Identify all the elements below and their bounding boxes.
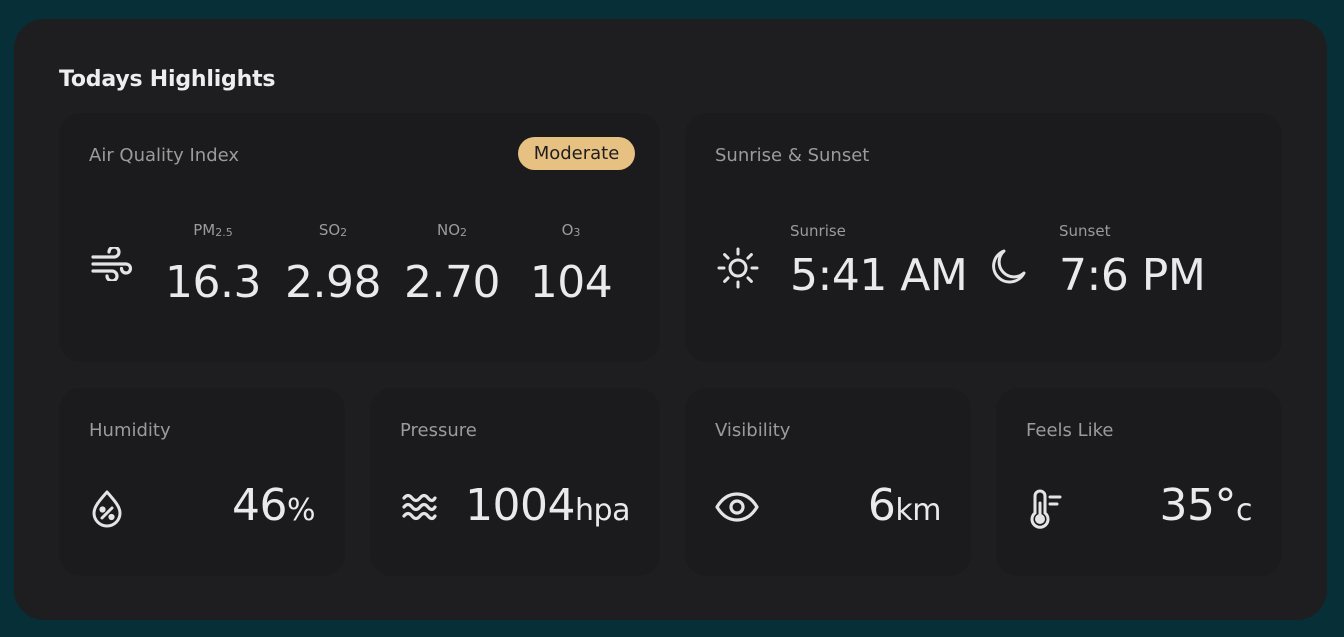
pressure-unit: hpa [575,493,630,528]
feels-like-value-group: 35°c [1160,480,1253,531]
eye-icon [715,489,759,529]
sunrise-block: Sunrise 5:41 AM [790,222,968,301]
highlights-panel: Todays Highlights Air Quality Index Mode… [14,19,1327,620]
pollutant-name: NO [436,221,461,239]
pollutant-value: 104 [529,257,613,308]
visibility-value: 6 [867,480,896,531]
aqi-status-badge: Moderate [518,137,635,170]
sunset-block: Sunset 7:6 PM [1059,222,1206,301]
pollutant-subscript: 2 [460,226,468,239]
sun-label: Sunrise & Sunset [715,145,870,166]
aqi-label: Air Quality Index [89,145,240,166]
sunrise-value: 5:41 AM [790,250,968,301]
humidity-label: Humidity [89,420,171,441]
thermometer-icon [1026,489,1066,533]
air-quality-card: Air Quality Index Moderate PM2.5 16.3 SO… [59,113,660,362]
visibility-label: Visibility [715,420,791,441]
pollutant-subscript: 2 [340,226,348,239]
pressure-value: 1004 [465,480,576,531]
pollutant-subscript: 3 [573,226,581,239]
pollutant-value: 2.98 [285,257,381,308]
pollutant-name: PM [193,221,216,239]
humidity-unit: % [286,493,316,528]
wind-icon [90,245,133,285]
pollutant-no2: NO2 2.70 [396,221,508,308]
pollutant-o3: O3 104 [515,221,627,308]
pollutant-value: 2.70 [404,257,500,308]
sun-icon [716,246,760,294]
humidity-card: Humidity 46% [59,388,345,576]
visibility-unit: km [895,493,941,528]
feels-like-value: 35° [1159,480,1237,531]
visibility-card: Visibility 6km [685,388,971,576]
pollutant-name: SO [318,221,341,239]
pollutant-so2: SO2 2.98 [277,221,389,308]
humidity-value: 46 [231,480,288,531]
humidity-value-group: 46% [231,480,316,531]
sunset-value: 7:6 PM [1059,250,1206,301]
sunrise-sunset-card: Sunrise & Sunset Sunrise 5:41 AM Sunset … [685,113,1282,362]
waves-icon [400,489,438,529]
humidity-drop-icon [89,489,125,533]
sunrise-label: Sunrise [790,222,846,240]
moon-icon [987,246,1029,292]
pollutant-name: O [561,221,574,239]
pressure-card: Pressure 1004hpa [370,388,660,576]
pollutant-pm25: PM2.5 16.3 [157,221,269,308]
pressure-value-group: 1004hpa [465,480,630,531]
sunset-label: Sunset [1059,222,1111,240]
feels-like-label: Feels Like [1026,420,1114,441]
pollutant-value: 16.3 [165,257,261,308]
feels-like-card: Feels Like 35°c [996,388,1282,576]
feels-like-unit: c [1236,493,1253,528]
pollutant-subscript: 2.5 [215,226,233,239]
panel-title: Todays Highlights [59,67,276,92]
visibility-value-group: 6km [867,480,942,531]
pressure-label: Pressure [400,420,477,441]
